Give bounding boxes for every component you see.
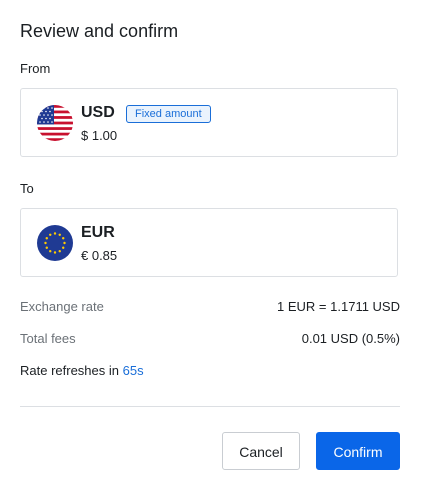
us-flag-icon <box>37 105 73 141</box>
dialog-title: Review and confirm <box>20 21 179 41</box>
fixed-amount-badge: Fixed amount <box>126 105 211 123</box>
eu-flag-icon <box>37 225 73 261</box>
from-amount: $ 1.00 <box>81 128 118 143</box>
to-amount: € 0.85 <box>81 248 118 263</box>
exchange-rate-value: 1 EUR = 1.1711 USD <box>277 299 400 314</box>
rate-refresh-text: Rate refreshes in <box>20 363 119 378</box>
from-label: From <box>20 61 51 76</box>
to-label: To <box>20 181 34 196</box>
confirm-button[interactable]: Confirm <box>316 432 400 470</box>
total-fees-value: 0.01 USD (0.5%) <box>301 331 400 346</box>
from-currency-code: USD <box>81 104 115 121</box>
total-fees-label: Total fees <box>20 331 76 346</box>
from-currency-card: USD Fixed amount $ 1.00 <box>20 88 398 157</box>
rate-refresh-notice: Rate refreshes in 65s <box>20 362 144 380</box>
exchange-rate-label: Exchange rate <box>20 299 104 314</box>
to-currency-card: EUR € 0.85 <box>20 208 398 277</box>
to-currency-code: EUR <box>81 224 115 241</box>
footer-divider <box>20 406 400 407</box>
total-fees-row: Total fees 0.01 USD (0.5%) <box>20 330 400 348</box>
rate-refresh-countdown: 65s <box>122 363 144 378</box>
exchange-rate-row: Exchange rate 1 EUR = 1.1711 USD <box>20 298 400 316</box>
cancel-button[interactable]: Cancel <box>222 432 300 470</box>
